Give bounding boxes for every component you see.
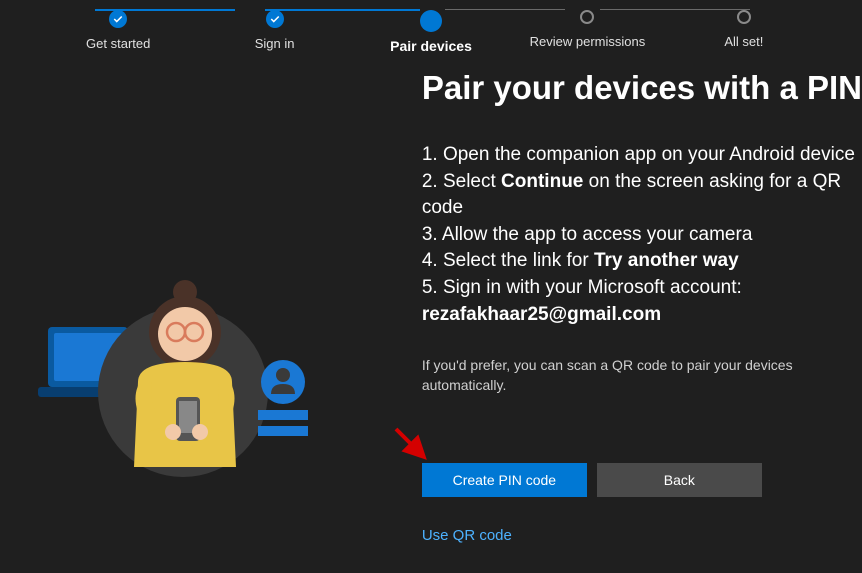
instruction-step-1: 1. Open the companion app on your Androi… bbox=[422, 142, 862, 169]
step-label: Pair devices bbox=[390, 38, 472, 54]
page-title: Pair your devices with a PIN bbox=[422, 69, 862, 107]
step-label: Sign in bbox=[255, 36, 295, 51]
incomplete-step-icon bbox=[580, 10, 594, 24]
account-email: rezafakhaar25@gmail.com bbox=[422, 302, 862, 329]
step-all-set: All set! bbox=[666, 10, 822, 49]
step-review-permissions: Review permissions bbox=[509, 10, 665, 49]
instruction-step-2: 2. Select Continue on the screen asking … bbox=[422, 169, 862, 222]
progress-stepper: Get started Sign in Pair devices Review … bbox=[0, 0, 862, 54]
annotation-arrow-icon bbox=[392, 425, 432, 465]
step-pair-devices: Pair devices bbox=[353, 10, 509, 54]
instructions-list: 1. Open the companion app on your Androi… bbox=[422, 142, 862, 328]
back-button[interactable]: Back bbox=[597, 463, 762, 497]
checkmark-icon bbox=[266, 10, 284, 28]
checkmark-icon bbox=[109, 10, 127, 28]
pairing-illustration bbox=[0, 69, 337, 545]
step-sign-in: Sign in bbox=[196, 10, 352, 51]
instruction-step-5: 5. Sign in with your Microsoft account: bbox=[422, 275, 862, 302]
instruction-step-3: 3. Allow the app to access your camera bbox=[422, 222, 862, 249]
step-get-started: Get started bbox=[40, 10, 196, 51]
secondary-instruction: If you'd prefer, you can scan a QR code … bbox=[422, 356, 862, 395]
step-label: All set! bbox=[724, 34, 763, 49]
step-label: Get started bbox=[86, 36, 150, 51]
create-pin-button[interactable]: Create PIN code bbox=[422, 463, 587, 497]
incomplete-step-icon bbox=[737, 10, 751, 24]
current-step-icon bbox=[420, 10, 442, 32]
step-label: Review permissions bbox=[530, 34, 646, 49]
use-qr-link[interactable]: Use QR code bbox=[422, 527, 512, 544]
instruction-step-4: 4. Select the link for Try another way bbox=[422, 248, 862, 275]
